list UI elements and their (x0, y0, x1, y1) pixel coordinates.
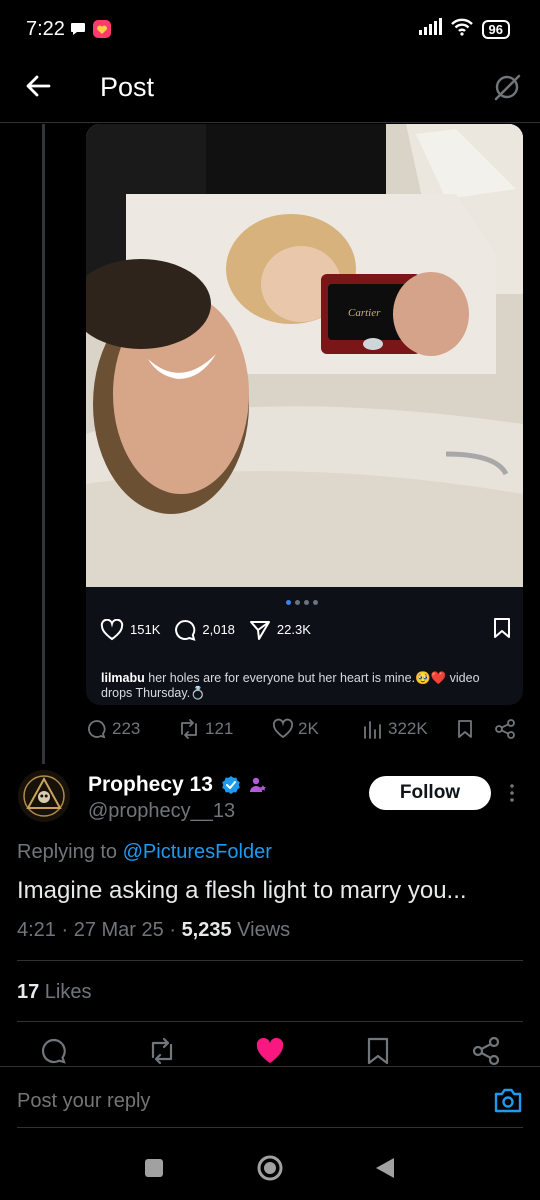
bookmark-icon[interactable] (363, 1036, 393, 1066)
signal-icon (418, 18, 442, 41)
top-bar (0, 60, 540, 123)
analytics-icon (364, 721, 381, 739)
carousel-dot (313, 600, 318, 605)
reply-icon (88, 720, 106, 739)
replies-count: 223 (112, 719, 141, 738)
bookmark-icon[interactable] (456, 718, 474, 740)
embed-shares: 22.3K (249, 619, 311, 641)
recents-square-icon[interactable] (144, 1158, 164, 1183)
camera-icon[interactable] (493, 1086, 523, 1119)
share-icon[interactable] (494, 718, 516, 740)
tweet-meta: 4:21 · 27 Mar 25 · 5,235 Views (17, 919, 291, 941)
author-handle[interactable]: @prophecy__13 (88, 800, 235, 823)
likes-summary[interactable]: 17 Likes (17, 981, 92, 1004)
heart-outline-icon (100, 618, 124, 640)
embed-caption-user: lilmabu (101, 671, 145, 685)
app-notification-icon (92, 19, 112, 44)
wifi-icon (450, 18, 474, 41)
replying-prefix: Replying to (17, 841, 123, 863)
reply-icon[interactable] (39, 1036, 69, 1066)
divider (17, 960, 523, 961)
like-icon[interactable] (255, 1036, 285, 1066)
replies-metric[interactable]: 223 (86, 718, 140, 740)
share-icon[interactable] (471, 1036, 501, 1066)
send-icon (249, 620, 270, 640)
reposts-metric[interactable]: 121 (177, 718, 233, 740)
battery-indicator: 96 (481, 20, 510, 39)
action-bar (0, 1036, 540, 1066)
cartier-box-text: Cartier (348, 307, 381, 319)
views-count: 322K (388, 719, 428, 738)
replying-to-link[interactable]: @PicturesFolder (123, 841, 272, 863)
thread-line (42, 124, 45, 764)
status-time: 7:22 (26, 18, 65, 40)
post-image[interactable]: Cartier (86, 124, 523, 587)
divider (17, 1021, 523, 1022)
carousel-dot (304, 600, 309, 605)
author-name-row: Prophecy 13 (88, 773, 267, 797)
post-date: 27 Mar 25 (73, 919, 164, 941)
back-arrow-icon[interactable] (24, 72, 52, 105)
grok-icon[interactable] (492, 72, 522, 107)
verified-badge-icon (222, 776, 240, 794)
carousel-dots (286, 600, 318, 605)
carousel-dot (295, 600, 300, 605)
embed-caption: lilmabu her holes are for everyone but h… (101, 671, 501, 701)
display-name[interactable]: Prophecy 13 (88, 773, 213, 797)
post-views-label: Views (231, 919, 291, 941)
back-triangle-icon[interactable] (374, 1156, 396, 1185)
replying-to: Replying to @PicturesFolder (17, 841, 272, 864)
home-circle-icon[interactable] (256, 1154, 284, 1187)
post-time: 4:21 (17, 919, 56, 941)
avatar[interactable] (18, 770, 70, 822)
repost-icon[interactable] (147, 1036, 177, 1066)
affiliate-icon (249, 777, 266, 792)
embed-save-icon (492, 617, 512, 642)
repost-icon (181, 719, 197, 739)
embed-likes: 151K (100, 618, 161, 641)
heart-icon (272, 718, 294, 739)
photo-illustration: Cartier (86, 124, 523, 587)
more-options-icon[interactable] (506, 782, 518, 804)
reply-input[interactable] (17, 1090, 437, 1113)
embed-shares-count: 22.3K (276, 622, 311, 637)
carousel-dot (286, 600, 291, 605)
follow-button[interactable]: Follow (369, 776, 491, 810)
views-metric[interactable]: 322K (362, 718, 428, 740)
tweet-text: Imagine asking a flesh light to marry yo… (17, 877, 467, 904)
embed-likes-count: 151K (130, 622, 161, 637)
likes-count: 2K (298, 719, 319, 738)
reposts-count: 121 (205, 719, 234, 738)
status-indicators: 96 (418, 18, 510, 41)
page-title: Post (100, 72, 155, 102)
chat-notification-icon (70, 22, 86, 41)
comment-icon (175, 619, 196, 641)
embed-caption-text: her holes are for everyone but her heart… (101, 671, 480, 700)
embed-comments: 2,018 (174, 619, 235, 641)
embed-stats-row: 151K 2,018 22.3K (100, 617, 512, 642)
likes-summary-label: Likes (39, 981, 92, 1003)
parent-post-metrics: 223 121 2K 322K (86, 718, 526, 744)
post-views-count: 5,235 (181, 919, 232, 941)
embed-comments-count: 2,018 (202, 622, 235, 637)
likes-metric[interactable]: 2K (272, 718, 319, 740)
likes-summary-count: 17 (17, 981, 40, 1003)
status-bar: 7:22 96 (0, 0, 540, 60)
